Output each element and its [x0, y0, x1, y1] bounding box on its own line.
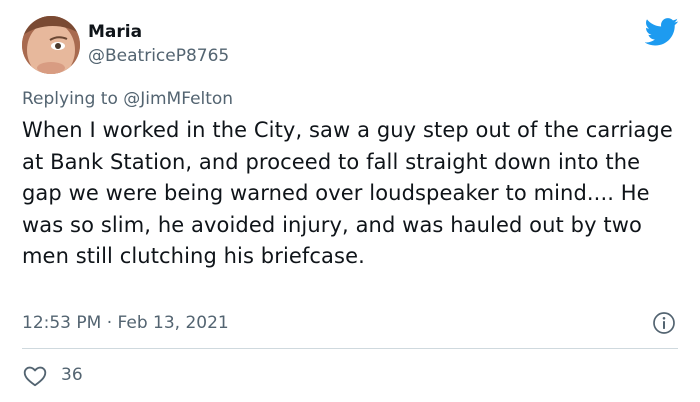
- twitter-bird-icon[interactable]: [644, 18, 679, 46]
- tweet-time: 12:53 PM: [22, 313, 102, 333]
- divider: [22, 348, 678, 349]
- heart-icon[interactable]: [22, 363, 48, 389]
- info-icon[interactable]: [652, 311, 676, 335]
- reply-mention-link[interactable]: @JimMFelton: [123, 89, 233, 109]
- tweet-date: Feb 13, 2021: [117, 313, 229, 333]
- replying-to-label: Replying to: [22, 89, 118, 109]
- tweet-card: Maria @BeatriceP8765 Replying to @JimMFe…: [0, 0, 700, 402]
- like-count: 36: [61, 365, 83, 385]
- avatar[interactable]: [22, 16, 80, 74]
- author-name[interactable]: Maria: [88, 22, 142, 42]
- author-handle[interactable]: @BeatriceP8765: [88, 46, 229, 66]
- timestamp-separator: ·: [106, 313, 113, 333]
- replying-to-line: Replying to @JimMFelton: [22, 88, 233, 110]
- tweet-text: When I worked in the City, saw a guy ste…: [22, 118, 673, 268]
- tweet-timestamp[interactable]: 12:53 PM · Feb 13, 2021: [22, 312, 229, 334]
